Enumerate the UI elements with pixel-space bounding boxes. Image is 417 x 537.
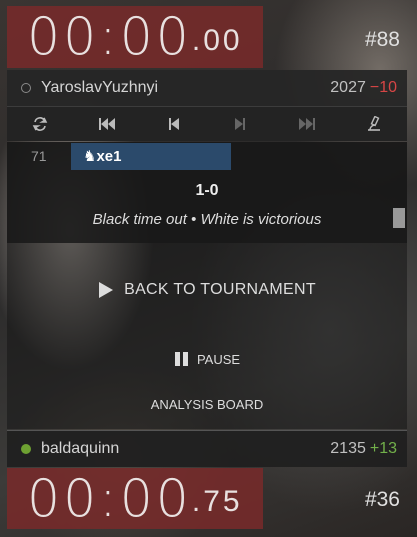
flip-board-icon[interactable]: [30, 114, 50, 134]
opponent-rating: 2027 −10: [330, 79, 397, 97]
clock-time-main: 00:00: [27, 468, 192, 529]
opponent-name[interactable]: YaroslavYuzhnyi: [41, 79, 158, 97]
last-move-icon[interactable]: [297, 114, 317, 134]
move-list-scrollbar[interactable]: [393, 208, 405, 228]
my-rating-value: 2135: [330, 440, 366, 457]
opponent-rating-delta: −10: [369, 79, 397, 96]
my-player-bar: baldaquinn 2135 +13: [7, 430, 407, 467]
move-row: 71 ♞xe1: [7, 142, 407, 170]
pause-button[interactable]: PAUSE: [7, 351, 407, 367]
opponent-player-bar: YaroslavYuzhnyi 2027 −10: [7, 70, 407, 107]
first-move-icon[interactable]: [97, 114, 117, 134]
analysis-board-label: ANALYSIS BOARD: [150, 397, 264, 412]
pause-label: PAUSE: [196, 351, 241, 367]
play-icon: [99, 282, 114, 298]
my-clock: 00:00. 75: [7, 468, 263, 529]
my-rating-delta: +13: [369, 440, 397, 457]
move-list: 71 ♞xe1 1-0 Black time out • White is vi…: [7, 142, 407, 243]
opponent-clock: 00:00. 00: [7, 6, 263, 68]
clock-time-fraction: 00: [203, 24, 243, 57]
pause-icon: [174, 352, 188, 366]
analysis-board-button[interactable]: ANALYSIS BOARD: [7, 397, 407, 412]
my-player-name[interactable]: baldaquinn: [41, 440, 119, 458]
opponent-rating-value: 2027: [330, 79, 366, 96]
clock-time-sep: .: [191, 485, 204, 518]
offline-status-icon: [21, 83, 31, 93]
my-rating: 2135 +13: [330, 440, 397, 458]
analysis-icon[interactable]: [364, 114, 384, 134]
move-navigation-bar: [7, 107, 407, 141]
previous-move-icon[interactable]: [164, 114, 184, 134]
back-to-tournament-label: BACK TO TOURNAMENT: [124, 281, 316, 298]
online-status-icon: [21, 444, 31, 454]
current-move[interactable]: ♞xe1: [71, 142, 231, 170]
clock-time-fraction: 75: [203, 485, 243, 518]
game-result-score: 1-0: [195, 182, 219, 199]
opponent-rank: #88: [364, 28, 400, 51]
back-to-tournament-button[interactable]: BACK TO TOURNAMENT: [7, 281, 407, 299]
next-move-icon[interactable]: [230, 114, 250, 134]
move-number: 71: [31, 148, 47, 164]
game-result-description: Black time out • White is victorious: [92, 211, 322, 228]
game-actions: BACK TO TOURNAMENT PAUSE ANALYSIS BOARD: [7, 243, 407, 429]
clock-time-main: 00:00: [27, 7, 192, 67]
clock-time-sep: .: [191, 24, 204, 57]
my-rank: #36: [364, 488, 400, 511]
